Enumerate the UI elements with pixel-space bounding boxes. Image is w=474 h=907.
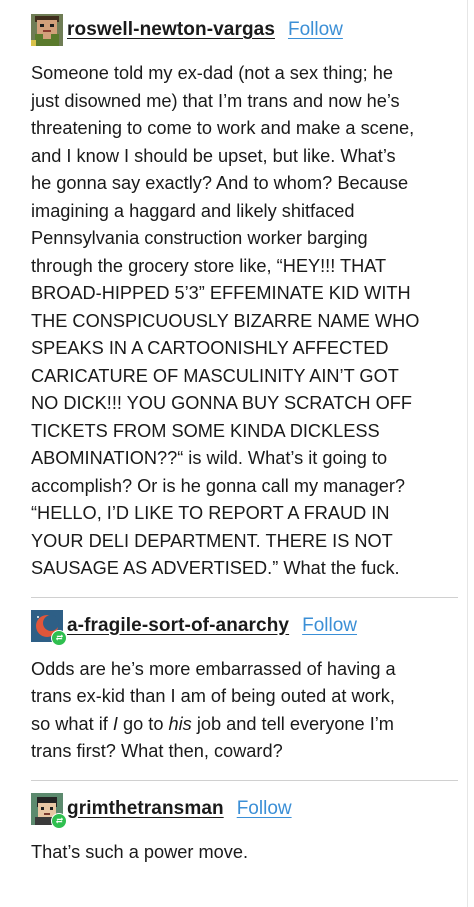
follow-button[interactable]: Follow xyxy=(302,615,357,637)
post-roswell: roswell-newton-vargas Follow Someone tol… xyxy=(0,0,474,583)
post-body: Odds are he’s more embarrassed of having… xyxy=(31,656,474,766)
post-header: a-fragile-sort-of-anarchy Follow xyxy=(31,606,474,646)
post-text-line: Pennsylvania construction worker barging xyxy=(31,228,368,248)
post-text-line: Someone told my ex-dad (not a sex thing;… xyxy=(31,63,393,83)
post-header: grimthetransman Follow xyxy=(31,789,474,829)
post-body: Someone told my ex-dad (not a sex thing;… xyxy=(31,60,474,583)
post-text-line: YOUR DELI DEPARTMENT. THERE IS NOT xyxy=(31,530,393,551)
post-text-line: CARICATURE OF MASCULINITY AIN’T GOT xyxy=(31,365,399,386)
post-text-line: trans first? What then, coward? xyxy=(31,741,283,761)
username-link[interactable]: grimthetransman xyxy=(67,798,224,820)
post-body: That’s such a power move. xyxy=(31,839,474,867)
follow-button[interactable]: Follow xyxy=(237,798,292,820)
post-header: roswell-newton-vargas Follow xyxy=(31,10,474,50)
post-text-line: accomplish? Or is he gonna call my manag… xyxy=(31,475,406,496)
post-text-fragment: job and tell everyone I’m xyxy=(191,713,394,734)
post-text-line: and I know I should be upset, but like. … xyxy=(31,145,396,166)
post-text-line: That’s such a power move. xyxy=(31,841,249,862)
post-text-line: Odds are he’s more embarrassed of having… xyxy=(31,658,396,679)
post-anarchy: a-fragile-sort-of-anarchy Follow Odds ar… xyxy=(0,598,474,766)
pixel-art-avatar-icon[interactable] xyxy=(31,14,63,46)
reblog-icon xyxy=(51,629,67,646)
post-text-line: NO DICK!!! YOU GONNA BUY SCRATCH OFF xyxy=(31,393,412,413)
emphasis-text: his xyxy=(168,713,192,734)
post-text-line: he gonna say exactly? And to whom? Becau… xyxy=(31,173,409,193)
post-text-line: just disowned me) that I’m trans and now… xyxy=(31,90,400,111)
reblog-icon xyxy=(51,812,67,829)
post-text-line: THE CONSPICUOUSLY BIZARRE NAME WHO xyxy=(31,310,420,331)
username-link[interactable]: a-fragile-sort-of-anarchy xyxy=(67,615,289,637)
planet-avatar-icon[interactable] xyxy=(31,609,67,646)
post-text-line: so what if I go to his job and tell ever… xyxy=(31,711,456,739)
follow-button[interactable]: Follow xyxy=(288,19,343,41)
username-link[interactable]: roswell-newton-vargas xyxy=(67,19,275,41)
post-text-line: ABOMINATION??“ is wild. What’s it going … xyxy=(31,448,388,468)
post-text-line: SAUSAGE AS ADVERTISED.” What the fuck. xyxy=(31,558,400,578)
post-text-line: TICKETS FROM SOME KINDA DICKLESS xyxy=(31,420,380,441)
post-text-line: imagining a haggard and likely shitfaced xyxy=(31,200,355,221)
post-text-fragment: go to xyxy=(117,713,169,734)
post-text-line: SPEAKS IN A CARTOONISHLY AFFECTED xyxy=(31,338,389,358)
post-text-line: trans ex-kid than I am of being outed at… xyxy=(31,686,395,706)
post-text-line: threatening to come to work and make a s… xyxy=(31,118,415,138)
post-text-fragment: so what if xyxy=(31,713,113,734)
post-grim: grimthetransman Follow That’s such a pow… xyxy=(0,781,474,867)
cartoon-face-avatar-icon[interactable] xyxy=(31,792,67,829)
post-text-line: through the grocery store like, “HEY!!! … xyxy=(31,255,387,276)
post-text-line: BROAD-HIPPED 5’3” EFFEMINATE KID WITH xyxy=(31,283,411,303)
post-text-line: “HELLO, I’D LIKE TO REPORT A FRAUD IN xyxy=(31,503,390,523)
